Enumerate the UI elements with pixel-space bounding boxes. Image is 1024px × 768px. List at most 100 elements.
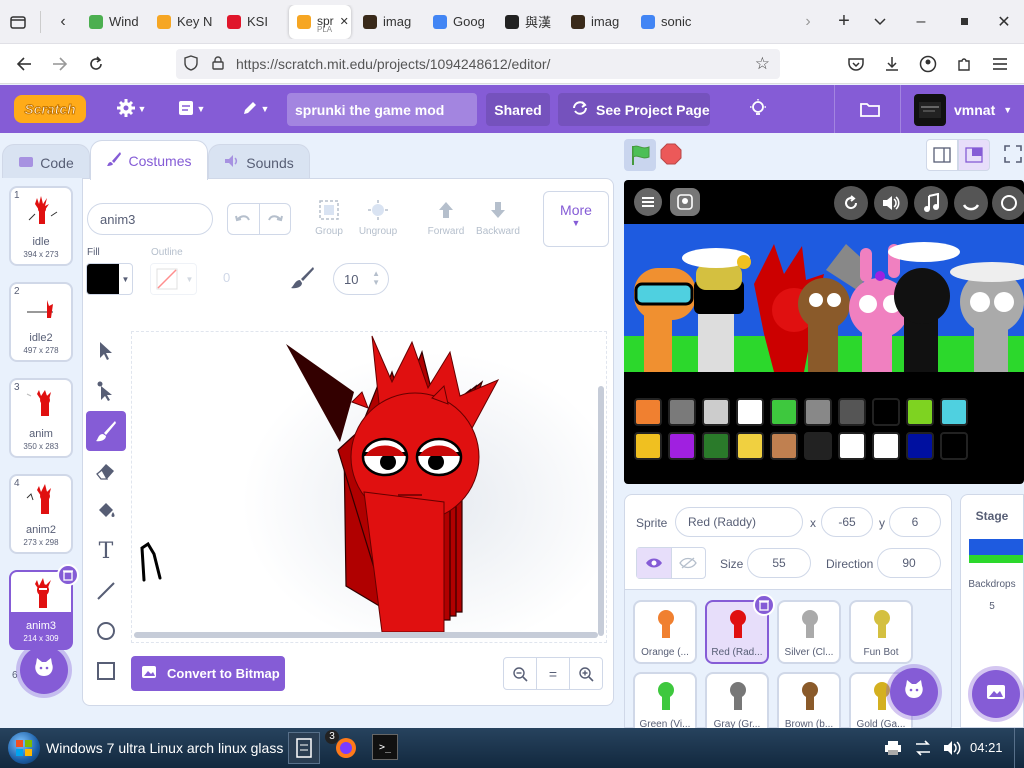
sprite-item-selected[interactable]: Red (Rad... <box>705 594 775 664</box>
pocket-icon[interactable] <box>838 46 874 82</box>
start-orb-icon[interactable] <box>8 732 40 764</box>
size-input[interactable]: 55 <box>747 548 811 578</box>
tab-code[interactable]: Code <box>2 144 90 180</box>
fill-color-picker[interactable]: ▼ <box>86 263 133 295</box>
sound-palette-button[interactable] <box>736 398 764 426</box>
costume-item[interactable]: 3 anim 350 x 283 <box>9 378 73 458</box>
x-input[interactable]: -65 <box>821 507 873 537</box>
stop-button[interactable] <box>660 143 682 170</box>
green-flag-button[interactable] <box>624 139 656 171</box>
delete-costume-icon[interactable] <box>57 564 79 586</box>
text-tool[interactable]: T <box>86 531 126 571</box>
project-title-input[interactable]: sprunki the game mod <box>287 93 477 126</box>
tab-overview-icon[interactable] <box>0 4 36 40</box>
back-icon[interactable] <box>6 46 42 82</box>
canvas-horizontal-scrollbar[interactable] <box>134 632 598 638</box>
choose-costume-button[interactable] <box>20 646 68 694</box>
sound-palette-button[interactable] <box>770 398 798 426</box>
sound-palette-button[interactable] <box>872 432 900 460</box>
sound-palette-button[interactable] <box>668 398 696 426</box>
stage-canvas[interactable] <box>624 180 1024 484</box>
stage-volume-icon[interactable] <box>874 186 908 220</box>
small-stage-toggle[interactable] <box>926 139 958 171</box>
sound-palette-button[interactable] <box>838 432 866 460</box>
sound-palette-button[interactable] <box>838 398 866 426</box>
fill-tool[interactable] <box>86 491 126 531</box>
theme-lightbulb-icon[interactable] <box>740 85 776 133</box>
sound-palette-button[interactable] <box>940 398 968 426</box>
costume-name-input[interactable]: anim3 <box>87 203 213 235</box>
line-tool[interactable] <box>86 571 126 611</box>
brush-size-input[interactable]: 10 ▲ ▼ <box>333 263 389 295</box>
costume-item-selected[interactable]: 5 anim3 214 x 309 <box>9 564 79 650</box>
browser-tab[interactable]: imag <box>355 5 425 39</box>
sound-palette-button[interactable] <box>668 432 696 460</box>
sound-palette-button[interactable] <box>804 432 832 460</box>
stage-reset-icon[interactable] <box>834 186 868 220</box>
sound-palette-button[interactable] <box>736 432 764 460</box>
browser-tab[interactable]: Goog <box>425 5 497 39</box>
extensions-icon[interactable] <box>946 46 982 82</box>
sound-palette-button[interactable] <box>940 432 968 460</box>
zoom-out-icon[interactable] <box>504 658 537 689</box>
rectangle-tool[interactable] <box>86 651 126 691</box>
minimize-icon[interactable]: – <box>898 4 944 40</box>
new-tab-icon[interactable]: + <box>826 4 862 40</box>
choose-backdrop-button[interactable] <box>972 670 1020 718</box>
stage-power-icon[interactable] <box>992 186 1024 220</box>
costume-item[interactable]: 4 anim2 273 x 298 <box>9 474 73 554</box>
zoom-reset-icon[interactable]: = <box>537 658 570 689</box>
tracking-shield-icon[interactable] <box>184 54 200 74</box>
stage-portrait-icon[interactable] <box>670 188 700 216</box>
browser-tab[interactable]: Key N <box>149 5 219 39</box>
y-input[interactable]: 6 <box>889 507 941 537</box>
brush-tool-selected[interactable] <box>86 411 126 451</box>
ungroup-button[interactable]: Ungroup <box>355 199 401 237</box>
reshape-tool[interactable] <box>86 371 126 411</box>
stage-music-note-icon[interactable] <box>914 186 948 220</box>
sprite-item[interactable]: Fun Bot <box>849 600 913 664</box>
lock-icon[interactable] <box>212 55 226 73</box>
bookmark-star-icon[interactable]: ☆ <box>755 54 770 74</box>
outline-width-input[interactable]: 0 <box>223 270 230 285</box>
fullscreen-icon[interactable] <box>1004 145 1022 168</box>
printer-tray-icon[interactable] <box>884 740 902 761</box>
sound-palette-button[interactable] <box>702 432 730 460</box>
url-text[interactable]: https://scratch.mit.edu/projects/1094248… <box>236 56 550 72</box>
settings-menu[interactable]: ▼ <box>110 85 152 133</box>
hide-eye-icon[interactable] <box>672 548 706 578</box>
edit-menu[interactable]: ▼ <box>234 85 276 133</box>
scratch-logo[interactable]: Scratch <box>14 95 86 123</box>
outline-color-picker[interactable]: ▼ <box>150 263 197 295</box>
close-tab-icon[interactable]: ✕ <box>340 15 349 28</box>
paint-canvas[interactable] <box>131 331 607 643</box>
sprite-item[interactable]: Orange (... <box>633 600 697 664</box>
tab-sounds[interactable]: Sounds <box>208 144 310 180</box>
tabs-scroll-right-icon[interactable]: › <box>790 4 826 40</box>
address-bar[interactable]: https://scratch.mit.edu/projects/1094248… <box>176 49 780 79</box>
redo-icon[interactable] <box>260 204 291 234</box>
sound-palette-button[interactable] <box>634 398 662 426</box>
delete-sprite-icon[interactable] <box>753 594 775 616</box>
tabs-scroll-left-icon[interactable]: ‹ <box>45 4 81 40</box>
choose-sprite-button[interactable] <box>890 668 938 716</box>
select-tool[interactable] <box>86 331 126 371</box>
eraser-tool[interactable] <box>86 451 126 491</box>
clock[interactable]: 04:21 <box>970 740 1003 755</box>
browser-tab[interactable]: KSI <box>219 5 285 39</box>
convert-to-bitmap-button[interactable]: Convert to Bitmap <box>131 656 285 691</box>
browser-tab[interactable]: 與漢 <box>497 5 563 39</box>
volume-tray-icon[interactable] <box>942 740 962 761</box>
tab-costumes[interactable]: Costumes <box>90 140 208 180</box>
list-tabs-icon[interactable] <box>862 4 898 40</box>
circle-tool[interactable] <box>86 611 126 651</box>
downloads-icon[interactable] <box>874 46 910 82</box>
costume-item[interactable]: 2 idle2 497 x 278 <box>9 282 73 362</box>
forward-icon[interactable] <box>42 46 78 82</box>
start-label[interactable]: Windows 7 ultra Linux arch linux glass <box>46 740 283 756</box>
see-project-page-button[interactable]: See Project Page <box>558 93 710 126</box>
zoom-in-icon[interactable] <box>570 658 602 689</box>
network-tray-icon[interactable] <box>914 740 932 761</box>
terminal-taskbar-icon[interactable]: >_ <box>372 734 398 760</box>
sound-palette-button[interactable] <box>906 432 934 460</box>
